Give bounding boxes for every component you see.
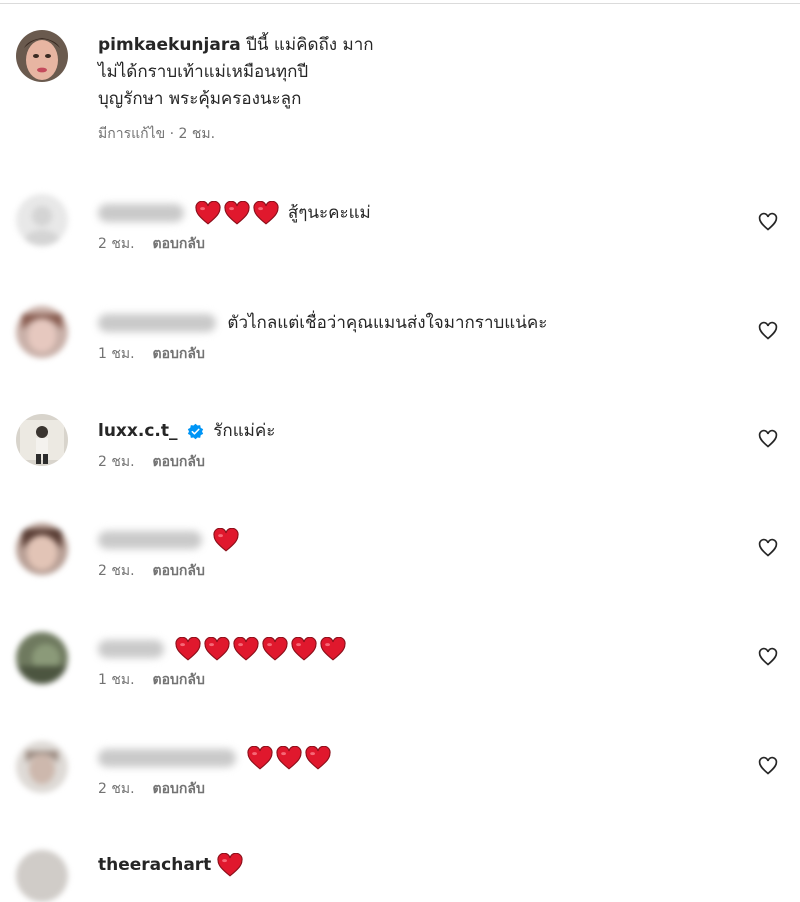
avatar[interactable] (16, 306, 68, 358)
comment-username-blurred[interactable] (98, 204, 184, 222)
red-heart-emoji (175, 637, 201, 661)
avatar[interactable] (16, 30, 68, 82)
comment-time: 1 ชม. (98, 672, 135, 688)
comment-username-blurred[interactable] (98, 640, 164, 658)
comment-username[interactable]: pimkaekunjara (98, 35, 241, 55)
avatar[interactable] (16, 523, 68, 575)
comment-username[interactable]: luxx.c.t_ (98, 421, 177, 441)
comment-username-blurred[interactable] (98, 531, 202, 549)
red-heart-emoji (253, 201, 279, 225)
reply-button[interactable]: ตอบกลับ (153, 236, 205, 252)
heart-outline-icon[interactable] (758, 647, 778, 667)
red-heart-emoji (305, 746, 331, 770)
red-heart-emoji (276, 746, 302, 770)
heart-outline-icon[interactable] (758, 429, 778, 449)
reply-button[interactable]: ตอบกลับ (153, 346, 205, 362)
comment-time: 2 ชม. (98, 781, 135, 797)
comment-time: มีการแก้ไข · 2 ชม. (98, 126, 216, 142)
avatar[interactable] (16, 741, 68, 793)
comment-time: 2 ชม. (98, 563, 135, 579)
comment-text: ปีนี้ แม่คิดถึง มาก (246, 35, 374, 55)
comment-text: ไม่ได้กราบเท้าแม่เหมือนทุกปี (98, 62, 309, 82)
reply-button[interactable]: ตอบกลับ (153, 563, 205, 579)
red-heart-emoji (204, 637, 230, 661)
avatar[interactable] (16, 632, 68, 684)
red-heart-emoji (217, 853, 243, 877)
reply-button[interactable]: ตอบกลับ (153, 672, 205, 688)
red-heart-emoji (262, 637, 288, 661)
verified-badge-icon (187, 423, 204, 439)
comment-text: สู้ๆนะคะแม่ (287, 203, 371, 223)
heart-outline-icon[interactable] (758, 538, 778, 558)
red-heart-emoji (195, 201, 221, 225)
heart-outline-icon[interactable] (758, 756, 778, 776)
comment-time: 2 ชม. (98, 454, 135, 470)
heart-outline-icon[interactable] (758, 212, 778, 232)
avatar[interactable] (16, 850, 68, 902)
avatar[interactable] (16, 414, 68, 466)
heart-emoji-group (175, 637, 349, 661)
heart-emoji-group (247, 746, 334, 770)
comment-username[interactable]: theerachart (98, 855, 211, 875)
reply-button[interactable]: ตอบกลับ (153, 454, 205, 470)
comment-time: 2 ชม. (98, 236, 135, 252)
comment-text: บุญรักษา พระคุ้มครองนะลูก (98, 89, 302, 109)
comment-text: รักแม่ค่ะ (213, 421, 276, 441)
red-heart-emoji (213, 528, 239, 552)
heart-emoji-group (213, 528, 242, 552)
comment-text: ตัวไกลแต่เชื่อว่าคุณแมนส่งใจมากราบแน่คะ (227, 313, 548, 333)
divider (0, 3, 800, 4)
red-heart-emoji (224, 201, 250, 225)
comment-username-blurred[interactable] (98, 314, 216, 332)
heart-outline-icon[interactable] (758, 321, 778, 341)
heart-emoji-group (217, 853, 246, 877)
red-heart-emoji (291, 637, 317, 661)
red-heart-emoji (320, 637, 346, 661)
avatar[interactable] (16, 194, 68, 246)
comment-time: 1 ชม. (98, 346, 135, 362)
red-heart-emoji (233, 637, 259, 661)
heart-emoji-group (195, 201, 282, 225)
reply-button[interactable]: ตอบกลับ (153, 781, 205, 797)
comment-username-blurred[interactable] (98, 749, 236, 767)
red-heart-emoji (247, 746, 273, 770)
